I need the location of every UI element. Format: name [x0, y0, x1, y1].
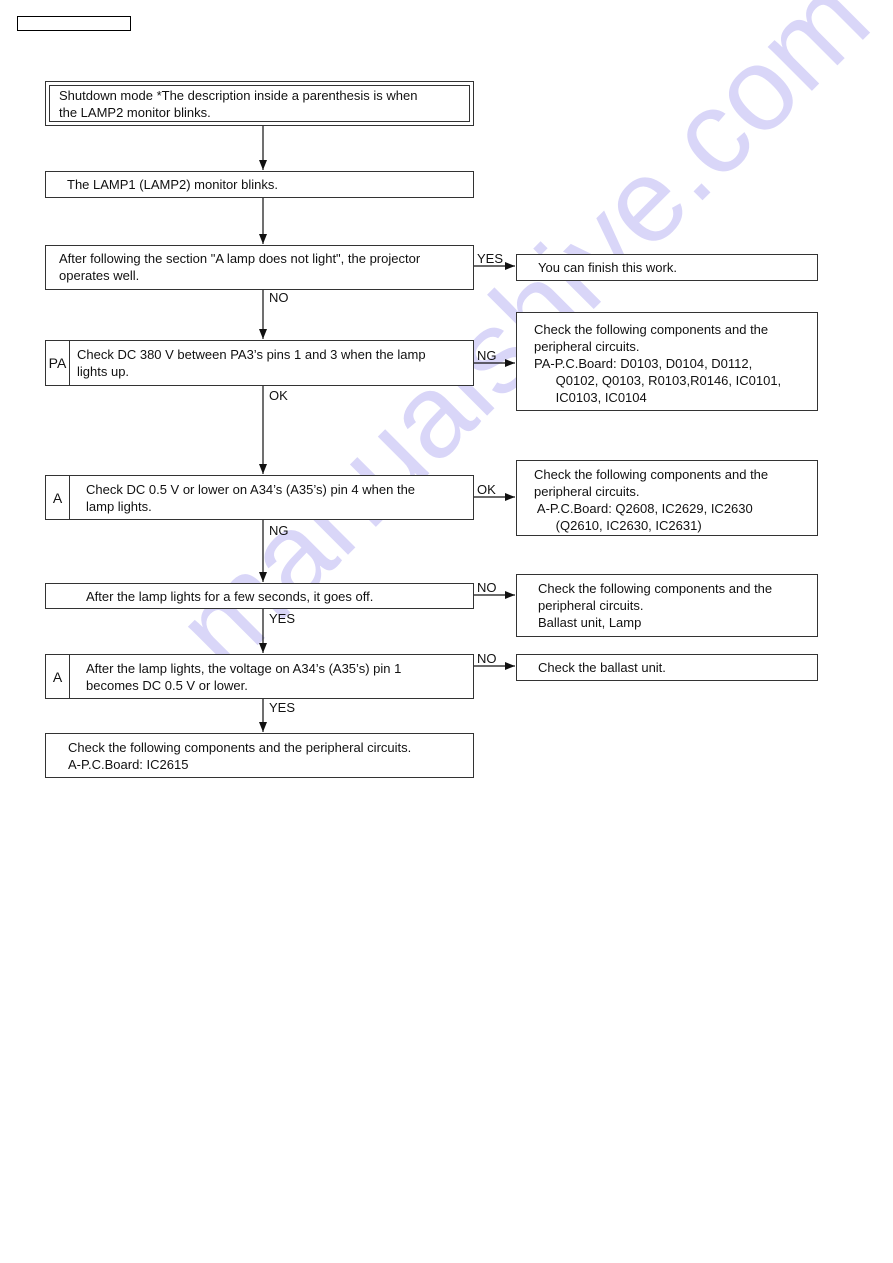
node-finish-line-1: You can finish this work. — [538, 260, 677, 275]
node-goes-off-line-1: After the lamp lights for a few seconds,… — [86, 589, 374, 604]
node-final-line-2: A-P.C.Board: IC2615 — [68, 757, 189, 772]
node-check-a-pin4: A Check DC 0.5 V or lower on A34’s (A35’… — [45, 475, 474, 520]
node-ballast-only-line-1: Check the ballast unit. — [538, 660, 666, 675]
edge-label-ok-acomp: OK — [477, 482, 496, 497]
node-ballast-only: Check the ballast unit. — [516, 654, 818, 681]
node-blink: The LAMP1 (LAMP2) monitor blinks. — [45, 171, 474, 198]
node-pa-components-line-2: peripheral circuits. — [534, 339, 640, 354]
node-check-a-pin1-line-1: After the lamp lights, the voltage on A3… — [86, 661, 402, 676]
node-after-section-line-2: operates well. — [59, 268, 140, 283]
node-pa-components-line-5: IC0103, IC0104 — [534, 390, 647, 405]
node-a-components: Check the following components and the p… — [516, 460, 818, 536]
node-check-a-pin4-line-1: Check DC 0.5 V or lower on A34’s (A35’s)… — [86, 482, 416, 497]
node-pa-components-line-4: Q0102, Q0103, R0103,R0146, IC0101, — [534, 373, 782, 388]
node-pa-components: Check the following components and the p… — [516, 312, 818, 411]
edge-label-no-checkpa: NO — [269, 290, 289, 305]
node-a-components-line-3: A-P.C.Board: Q2608, IC2629, IC2630 — [534, 501, 753, 516]
edge-label-yes-final: YES — [269, 700, 296, 715]
node-ballast-lamp: Check the following components and the p… — [516, 574, 818, 637]
node-start-line-2: the LAMP2 monitor blinks. — [59, 105, 211, 120]
node-final-line-1: Check the following components and the p… — [68, 740, 412, 755]
node-ballast-lamp-line-3: Ballast unit, Lamp — [538, 615, 642, 630]
node-finish: You can finish this work. — [516, 254, 818, 281]
edge-label-yes-finish: YES — [477, 251, 504, 266]
node-pa-components-line-1: Check the following components and the — [534, 322, 769, 337]
node-a-components-line-4: (Q2610, IC2630, IC2631) — [534, 518, 702, 533]
edge-label-ng-goesoff: NG — [269, 523, 289, 538]
node-check-pa-line-2: lights up. — [77, 364, 130, 379]
node-after-section-line-1: After following the section "A lamp does… — [59, 251, 421, 266]
node-start-line-1: Shutdown mode *The description inside a … — [59, 88, 418, 103]
node-check-a-pin1-line-2: becomes DC 0.5 V or lower. — [86, 678, 248, 693]
node-start: Shutdown mode *The description inside a … — [45, 81, 474, 126]
node-pa-components-line-3: PA-P.C.Board: D0103, D0104, D0112, — [534, 356, 753, 371]
node-check-a-pin1-tag: A — [46, 655, 70, 698]
edge-label-yes-checka1: YES — [269, 611, 296, 626]
node-ballast-lamp-line-1: Check the following components and the — [538, 581, 773, 596]
node-check-a-pin4-line-2: lamp lights. — [86, 499, 152, 514]
node-check-pa-line-1: Check DC 380 V between PA3’s pins 1 and … — [77, 347, 426, 362]
node-check-pa: PA Check DC 380 V between PA3’s pins 1 a… — [45, 340, 474, 386]
node-ballast-lamp-line-2: peripheral circuits. — [538, 598, 644, 613]
node-goes-off: After the lamp lights for a few seconds,… — [45, 583, 474, 609]
node-a-components-line-1: Check the following components and the — [534, 467, 769, 482]
edge-label-ng-pacomp: NG — [477, 348, 497, 363]
node-after-section: After following the section "A lamp does… — [45, 245, 474, 290]
node-blink-line-1: The LAMP1 (LAMP2) monitor blinks. — [67, 177, 278, 192]
node-final: Check the following components and the p… — [45, 733, 474, 778]
node-a-components-line-2: peripheral circuits. — [534, 484, 640, 499]
node-check-pa-tag: PA — [46, 341, 70, 385]
edge-label-no-ballast: NO — [477, 651, 497, 666]
edge-label-no-ballastlamp: NO — [477, 580, 497, 595]
edge-label-ok-checka4: OK — [269, 388, 288, 403]
node-check-a-pin4-tag: A — [46, 476, 70, 519]
node-check-a-pin1: A After the lamp lights, the voltage on … — [45, 654, 474, 699]
